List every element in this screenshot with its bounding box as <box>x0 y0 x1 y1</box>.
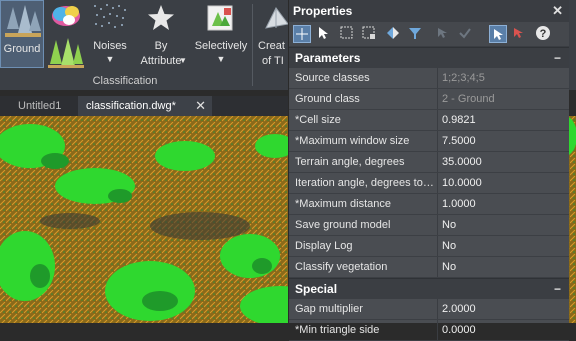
property-name: Display Log <box>295 240 353 252</box>
property-row-max-distance[interactable]: *Maximum distance 1.0000 <box>289 194 569 215</box>
selectively-button[interactable]: Selectively ▼ <box>192 0 250 72</box>
pointer-icon[interactable] <box>315 25 333 43</box>
property-row-cell-size[interactable]: *Cell size 0.9821 <box>289 110 569 131</box>
filter-icon[interactable] <box>407 25 425 43</box>
window-select-icon[interactable] <box>339 25 357 43</box>
properties-title: Properties <box>293 4 353 18</box>
ribbon-separator <box>252 4 253 86</box>
color-cloud-button[interactable] <box>46 0 86 72</box>
pick-point-icon[interactable] <box>435 25 453 43</box>
property-name: Iteration angle, degrees to p... <box>295 177 435 189</box>
property-value: 0.0000 <box>442 324 476 336</box>
property-value: 35.0000 <box>442 156 482 168</box>
property-name: *Cell size <box>295 114 341 126</box>
property-name: Save ground model <box>295 219 391 231</box>
create-tin-label-2: of TI <box>262 55 284 67</box>
property-name: Ground class <box>295 93 360 105</box>
property-row-save-ground-model[interactable]: Save ground model No <box>289 215 569 236</box>
collapse-icon[interactable]: − <box>554 279 561 299</box>
property-row-display-log[interactable]: Display Log No <box>289 236 569 257</box>
property-value: 1.0000 <box>442 198 476 210</box>
property-value: No <box>442 261 457 273</box>
property-name: *Maximum window size <box>295 135 410 147</box>
noise-dots-icon <box>94 4 126 28</box>
star-icon <box>148 5 174 30</box>
property-value: 2.0000 <box>442 303 476 315</box>
quick-select-icon[interactable] <box>511 25 529 43</box>
tab-classification[interactable]: classification.dwg* ✕ <box>78 96 212 116</box>
swap-selection-icon[interactable] <box>385 25 403 43</box>
selectively-icon <box>207 5 233 31</box>
collapse-icon[interactable]: − <box>554 48 561 68</box>
section-special[interactable]: Special − <box>289 278 569 299</box>
selectively-label: Selectively <box>194 40 248 52</box>
property-value: 0.9821 <box>442 114 476 126</box>
create-tin-button[interactable]: Creat of TI <box>254 0 288 72</box>
property-name: *Maximum distance <box>295 198 391 210</box>
property-value: 1;2;3;4;5 <box>442 72 485 84</box>
properties-toolbar: ? <box>289 22 569 47</box>
by-attribute-button[interactable]: By Attribute ▼ <box>134 0 188 72</box>
properties-panel: Properties ✕ ? Parameters − Source class… <box>288 0 569 341</box>
ground-button[interactable]: Ground <box>0 0 44 68</box>
tab-label: Untitled1 <box>18 100 62 112</box>
by-attribute-label: By <box>154 40 168 52</box>
by-attribute-dropdown-icon[interactable]: ▼ <box>179 56 187 65</box>
property-value: No <box>442 219 457 231</box>
property-row-classify-vegetation[interactable]: Classify vegetation No <box>289 257 569 278</box>
tin-icon <box>265 7 288 29</box>
tab-label: classification.dwg* <box>86 100 176 112</box>
property-name: Gap multiplier <box>295 303 363 315</box>
property-row-max-window-size[interactable]: *Maximum window size 7.5000 <box>289 131 569 152</box>
create-tin-label: Creat <box>258 40 285 52</box>
ground-trees-icon <box>5 5 41 37</box>
section-title: Parameters <box>295 51 361 65</box>
color-cloud-icon <box>52 6 80 26</box>
property-name: Classify vegetation <box>295 261 388 273</box>
check-icon[interactable] <box>457 25 475 43</box>
close-tab-icon[interactable]: ✕ <box>195 96 206 116</box>
ground-button-label: Ground <box>3 43 41 55</box>
property-row-gap-multiplier[interactable]: Gap multiplier 2.0000 <box>289 299 569 320</box>
property-value: No <box>442 240 457 252</box>
select-objects-icon[interactable] <box>489 25 507 43</box>
property-value: 7.5000 <box>442 135 476 147</box>
help-icon[interactable]: ? <box>535 25 553 43</box>
noises-label: Noises <box>93 40 127 52</box>
property-row-source-classes[interactable]: Source classes 1;2;3;4;5 <box>289 68 569 89</box>
noises-dropdown-icon[interactable]: ▼ <box>88 54 132 64</box>
crossing-select-icon[interactable] <box>361 25 379 43</box>
property-value: 10.0000 <box>442 177 482 189</box>
property-name: *Min triangle side <box>295 324 380 336</box>
selectively-dropdown-icon[interactable]: ▼ <box>192 54 250 64</box>
section-title: Special <box>295 282 338 296</box>
property-row-min-triangle-side[interactable]: *Min triangle side 0.0000 <box>289 320 569 341</box>
property-row-iteration-angle[interactable]: Iteration angle, degrees to p... 10.0000 <box>289 173 569 194</box>
noises-button[interactable]: Noises ▼ <box>88 0 132 72</box>
add-selection-icon[interactable] <box>293 25 311 43</box>
vegetation-icon <box>48 38 84 68</box>
close-icon[interactable]: ✕ <box>552 0 563 22</box>
property-name: Terrain angle, degrees <box>295 156 405 168</box>
property-row-ground-class[interactable]: Ground class 2 - Ground <box>289 89 569 110</box>
property-row-terrain-angle[interactable]: Terrain angle, degrees 35.0000 <box>289 152 569 173</box>
tab-untitled1[interactable]: Untitled1 <box>10 96 72 116</box>
svg-text:?: ? <box>540 28 547 40</box>
property-value: 2 - Ground <box>442 93 495 105</box>
ribbon-group-label: Classification <box>92 75 158 87</box>
property-name: Source classes <box>295 72 370 84</box>
document-tab-bar: Untitled1 classification.dwg* ✕ <box>0 96 290 116</box>
section-parameters[interactable]: Parameters − <box>289 47 569 68</box>
properties-title-bar[interactable]: Properties ✕ <box>289 0 569 22</box>
